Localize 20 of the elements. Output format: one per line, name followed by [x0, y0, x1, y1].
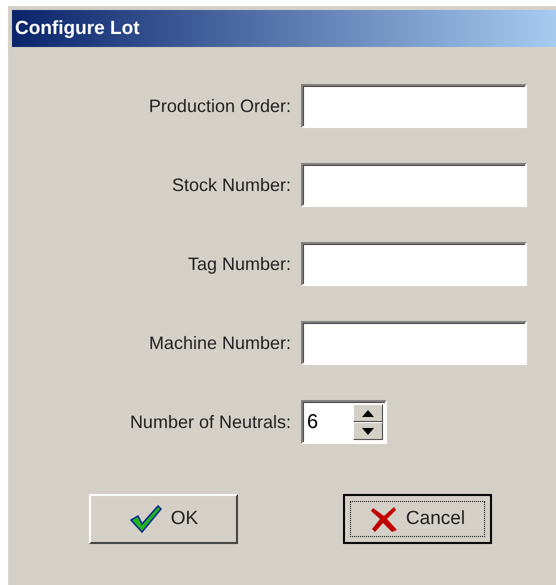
input-field[interactable]	[301, 321, 527, 365]
up-arrow-icon	[362, 410, 374, 416]
field-label: Machine Number:	[148, 332, 291, 354]
spin-up-button[interactable]	[353, 404, 383, 422]
number-spinner[interactable]: 6	[301, 400, 387, 444]
x-icon	[370, 505, 398, 533]
cancel-button[interactable]: Cancel	[343, 494, 492, 544]
field-label: Production Order:	[148, 96, 291, 116]
down-arrow-icon	[362, 428, 374, 434]
window-title: Configure Lot	[12, 10, 556, 47]
input-field[interactable]	[301, 163, 527, 207]
spinner-value: 6	[306, 410, 320, 434]
input-field[interactable]	[301, 84, 527, 128]
field-label: Tag Number:	[188, 254, 291, 274]
check-icon	[128, 504, 163, 534]
spin-down-button[interactable]	[353, 422, 383, 440]
spinner-label: Number of Neutrals:	[130, 412, 291, 432]
field-label: Stock Number:	[172, 174, 291, 196]
ok-button[interactable]: OK	[89, 494, 238, 544]
input-field[interactable]	[301, 242, 527, 286]
